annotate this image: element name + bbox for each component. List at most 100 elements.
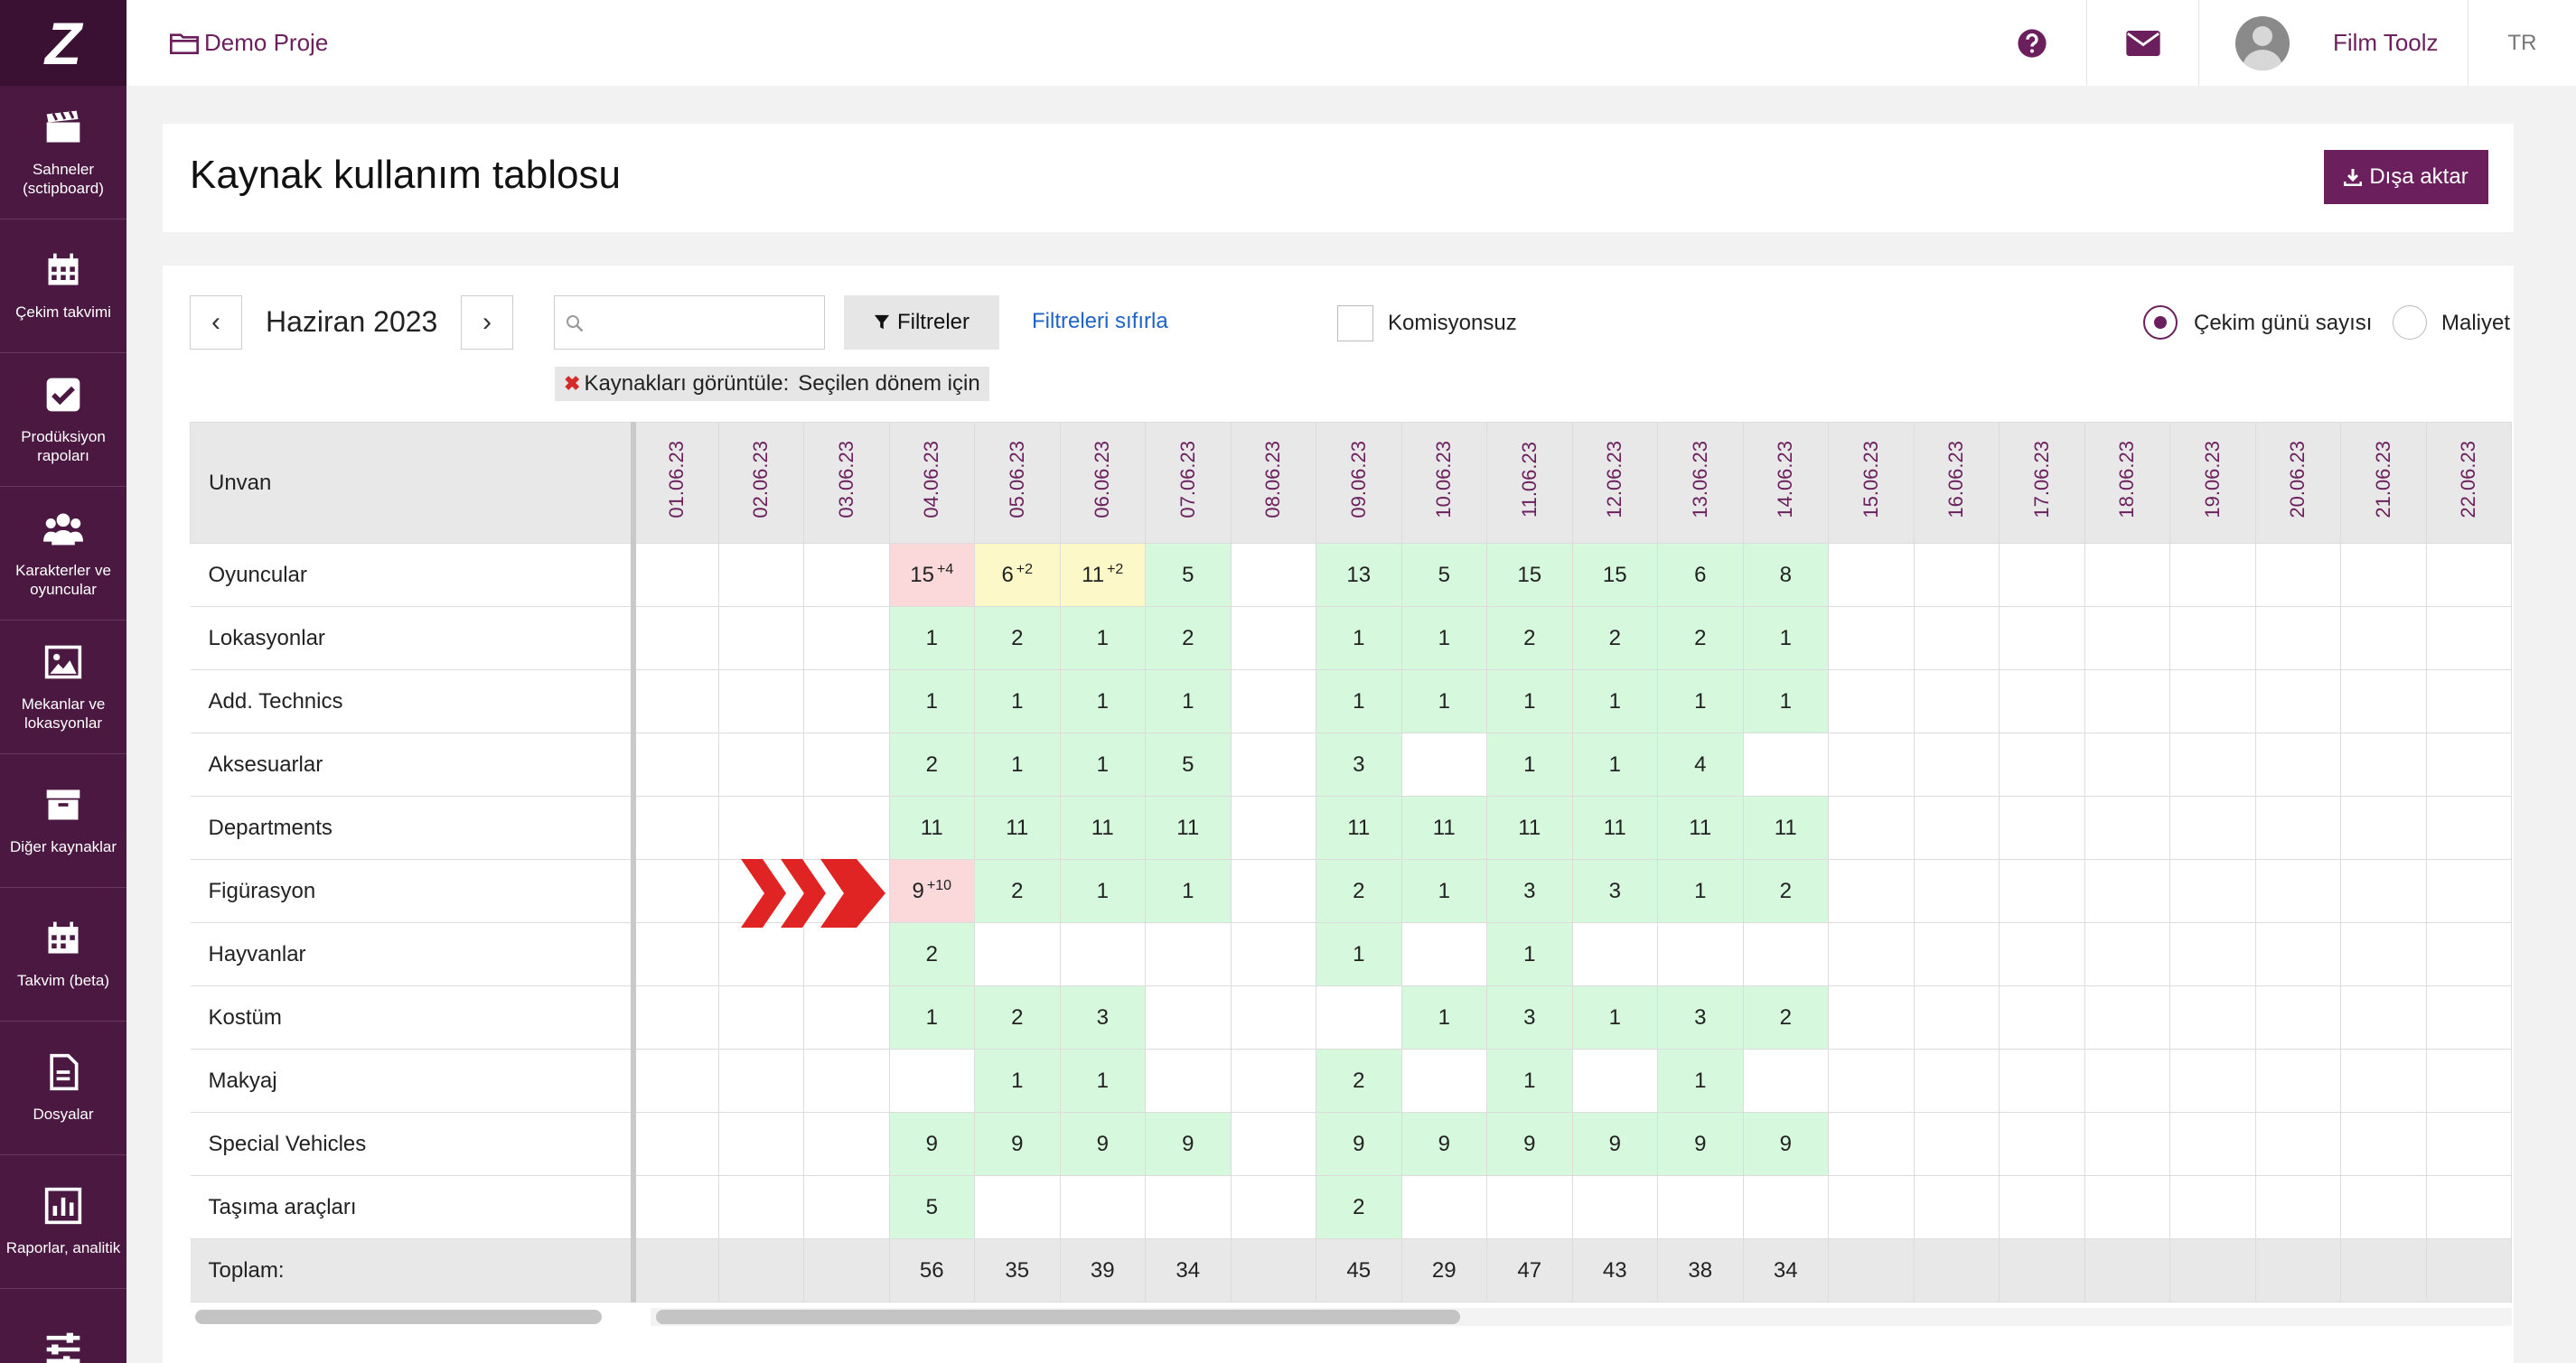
table-cell[interactable]: 3 — [1486, 985, 1573, 1050]
table-cell[interactable]: 2 — [1145, 606, 1232, 670]
table-cell[interactable]: 1 — [888, 985, 975, 1050]
table-cell[interactable]: 3 — [1657, 985, 1744, 1050]
table-cell[interactable]: 11 — [1486, 796, 1573, 860]
table-cell[interactable]: 11 — [974, 796, 1061, 860]
table-cell[interactable]: 5 — [1145, 543, 1232, 607]
sidebar-item-settings[interactable] — [0, 1289, 126, 1363]
table-cell[interactable]: 1 — [1145, 859, 1232, 923]
right-scrollbar-thumb[interactable] — [656, 1310, 1460, 1324]
table-cell[interactable]: 1 — [1059, 859, 1146, 923]
table-cell[interactable]: 11 — [1742, 796, 1829, 860]
table-cell[interactable]: 6 +2 — [974, 543, 1061, 607]
table-cell[interactable]: 1 — [1316, 606, 1402, 670]
sidebar-item-locations[interactable]: Mekanlar ve lokasyonlar — [0, 621, 126, 754]
left-scrollbar-thumb[interactable] — [195, 1310, 602, 1324]
sidebar-item-other-resources[interactable]: Diğer kaynaklar — [0, 754, 126, 888]
table-cell[interactable]: 11 — [1316, 796, 1402, 860]
table-cell[interactable]: 1 — [1486, 669, 1573, 733]
table-cell[interactable]: 1 — [1742, 669, 1829, 733]
table-cell[interactable]: 5 — [1145, 733, 1232, 797]
table-cell[interactable]: 11 — [1400, 796, 1487, 860]
project-link[interactable]: Demo Proje — [170, 29, 328, 57]
table-cell[interactable]: 1 — [1486, 1049, 1573, 1113]
table-cell[interactable]: 11 — [1059, 796, 1146, 860]
table-cell[interactable]: 2 — [1316, 859, 1402, 923]
table-cell[interactable]: 45 — [1316, 1238, 1402, 1302]
table-cell[interactable]: 3 — [1486, 859, 1573, 923]
table-cell[interactable]: 2 — [1316, 1049, 1402, 1113]
table-cell[interactable]: 1 — [1059, 1049, 1146, 1113]
table-cell[interactable]: 1 — [1571, 669, 1658, 733]
next-month-button[interactable]: › — [461, 295, 513, 350]
table-cell[interactable]: 9 — [1316, 1112, 1402, 1176]
table-cell[interactable]: 47 — [1486, 1238, 1573, 1302]
table-cell[interactable]: 3 — [1316, 733, 1402, 797]
table-cell[interactable]: 1 — [1657, 859, 1744, 923]
table-cell[interactable]: 1 — [1486, 922, 1573, 986]
language-switch[interactable]: TR — [2468, 0, 2576, 86]
table-cell[interactable]: 2 — [1657, 606, 1744, 670]
table-cell[interactable]: 1 — [1059, 606, 1146, 670]
reset-filters-link[interactable]: Filtreleri sıfırla — [1032, 309, 1168, 334]
table-cell[interactable]: 1 — [974, 669, 1061, 733]
table-cell[interactable]: 1 — [1400, 859, 1487, 923]
table-cell[interactable]: 9 — [1400, 1112, 1487, 1176]
table-cell[interactable]: 15 — [1486, 543, 1573, 607]
app-logo[interactable]: Z — [0, 0, 126, 86]
table-cell[interactable]: 1 — [1400, 669, 1487, 733]
table-cell[interactable]: 9 — [1486, 1112, 1573, 1176]
table-cell[interactable]: 2 — [974, 606, 1061, 670]
table-cell[interactable]: 11 — [888, 796, 975, 860]
sidebar-item-files[interactable]: Dosyalar — [0, 1022, 126, 1155]
table-cell[interactable]: 9 — [888, 1112, 975, 1176]
table-cell[interactable]: 15 +4 — [888, 543, 975, 607]
table-cell[interactable]: 9 — [974, 1112, 1061, 1176]
table-cell[interactable]: 2 — [974, 985, 1061, 1050]
table-cell[interactable]: 1 — [974, 733, 1061, 797]
sidebar-item-reports[interactable]: Raporlar, analitik — [0, 1155, 126, 1289]
table-cell[interactable]: 3 — [1059, 985, 1146, 1050]
table-cell[interactable]: 1 — [1657, 669, 1744, 733]
table-cell[interactable]: 39 — [1059, 1238, 1146, 1302]
table-cell[interactable]: 1 — [1145, 669, 1232, 733]
export-button[interactable]: Dışa aktar — [2324, 150, 2488, 204]
sidebar-item-scenes[interactable]: Sahneler (sctipboard) — [0, 86, 126, 219]
table-cell[interactable]: 13 — [1316, 543, 1402, 607]
table-cell[interactable]: 11 — [1571, 796, 1658, 860]
table-cell[interactable]: 15 — [1571, 543, 1658, 607]
table-cell[interactable]: 1 — [1400, 985, 1487, 1050]
table-cell[interactable]: 1 — [1400, 606, 1487, 670]
radio-cost[interactable] — [2393, 305, 2427, 340]
sidebar-item-shooting-schedule[interactable]: Çekim takvimi — [0, 219, 126, 353]
table-cell[interactable]: 1 — [1059, 669, 1146, 733]
help-button[interactable] — [1978, 0, 2086, 86]
table-cell[interactable]: 2 — [1316, 1175, 1402, 1239]
table-cell[interactable]: 2 — [1486, 606, 1573, 670]
table-cell[interactable]: 5 — [888, 1175, 975, 1239]
table-cell[interactable]: 6 — [1657, 543, 1744, 607]
table-cell[interactable]: 8 — [1742, 543, 1829, 607]
table-cell[interactable]: 1 — [1571, 733, 1658, 797]
table-cell[interactable]: 1 — [1486, 733, 1573, 797]
filter-chip[interactable]: ✖ Kaynakları görüntüle: Seçilen dönem iç… — [555, 367, 989, 401]
filters-button[interactable]: Filtreler — [844, 295, 999, 350]
table-cell[interactable]: 34 — [1145, 1238, 1232, 1302]
table-cell[interactable]: 1 — [1657, 1049, 1744, 1113]
table-cell[interactable]: 34 — [1742, 1238, 1829, 1302]
table-cell[interactable]: 1 — [1059, 733, 1146, 797]
table-cell[interactable]: 56 — [888, 1238, 975, 1302]
table-cell[interactable]: 9 — [1059, 1112, 1146, 1176]
sidebar-item-characters[interactable]: Karakterler ve oyuncular — [0, 487, 126, 621]
table-cell[interactable]: 1 — [1571, 985, 1658, 1050]
search-input[interactable] — [554, 295, 825, 350]
table-cell[interactable]: 1 — [888, 669, 975, 733]
sidebar-item-production-reports[interactable]: Prodüksiyon rapoları — [0, 353, 126, 487]
table-cell[interactable]: 11 — [1657, 796, 1744, 860]
remove-filter-icon[interactable]: ✖ — [564, 372, 580, 396]
table-cell[interactable]: 1 — [1742, 606, 1829, 670]
table-cell[interactable]: 43 — [1571, 1238, 1658, 1302]
table-cell[interactable]: 5 — [1400, 543, 1487, 607]
user-menu[interactable]: Film Toolz — [2198, 0, 2468, 86]
table-cell[interactable]: 9 — [1145, 1112, 1232, 1176]
prev-month-button[interactable]: ‹ — [190, 295, 242, 350]
